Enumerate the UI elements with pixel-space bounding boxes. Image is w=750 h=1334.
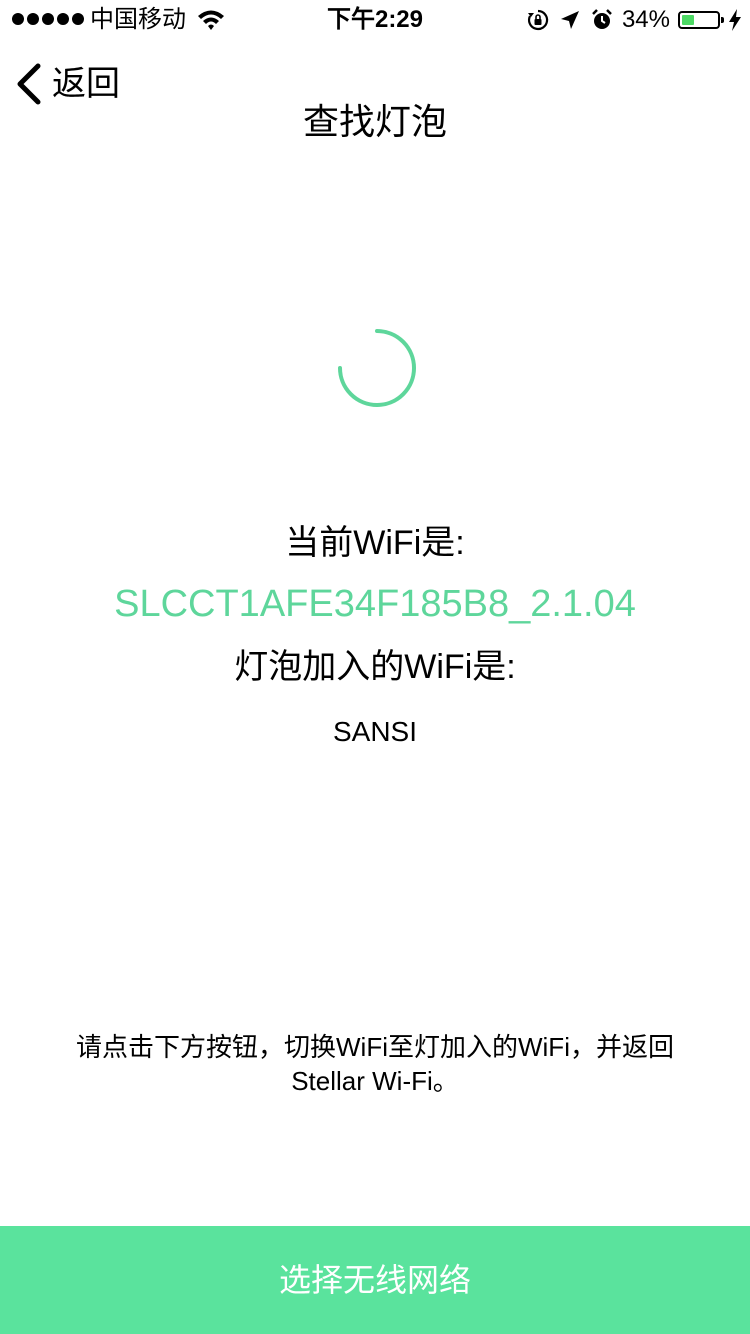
page-title: 查找灯泡	[302, 101, 447, 142]
instruction-line-1: 请点击下方按钮，切换WiFi至灯加入的WiFi，并返回	[76, 1032, 674, 1062]
battery-percent: 34%	[621, 6, 670, 33]
alarm-icon	[592, 9, 612, 29]
battery-level-fill	[682, 15, 694, 25]
orientation-lock-icon	[527, 9, 549, 31]
loading-spinner-icon	[338, 329, 416, 407]
bulb-wifi-value: SANSI	[332, 716, 418, 747]
status-right-group: 34%	[526, 6, 742, 34]
select-wireless-network-button[interactable]: 选择无线网络	[0, 1226, 750, 1334]
status-bar: 中国移动 下午2:29 34%	[0, 0, 750, 40]
battery-cap	[721, 17, 724, 23]
charging-bolt-icon	[729, 9, 741, 31]
current-wifi-label: 当前WiFi是:	[285, 524, 465, 562]
battery-icon	[678, 11, 724, 29]
instruction-text: 请点击下方按钮，切换WiFi至灯加入的WiFi，并返回 Stellar Wi-F…	[40, 1030, 710, 1098]
instruction-line-2: Stellar Wi-Fi。	[291, 1066, 459, 1096]
location-arrow-icon	[560, 11, 579, 29]
screen: 中国移动 下午2:29 34% 返回 查找灯泡 当前WiFi是: SLCCT1A…	[0, 0, 750, 1334]
bulb-wifi-label: 灯泡加入的WiFi是:	[234, 648, 516, 686]
current-wifi-value: SLCCT1AFE34F185B8_2.1.04	[114, 583, 636, 625]
